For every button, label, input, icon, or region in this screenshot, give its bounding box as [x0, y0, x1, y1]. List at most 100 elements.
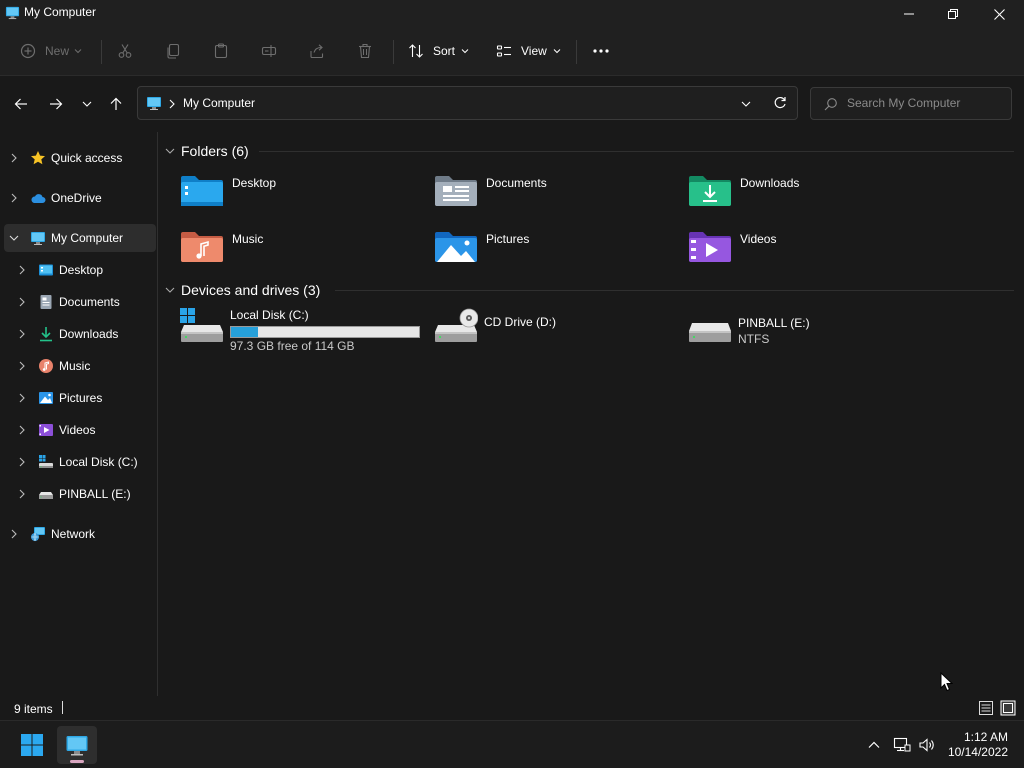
share-button[interactable] — [309, 38, 325, 64]
taskbar-app-my-computer[interactable] — [57, 726, 97, 764]
more-options-button[interactable] — [592, 38, 610, 64]
search-box[interactable] — [810, 87, 1012, 120]
sidebar-item-desktop[interactable]: Desktop — [4, 256, 156, 284]
chevron-down-icon[interactable] — [8, 232, 20, 244]
close-button[interactable] — [976, 0, 1022, 28]
paste-button[interactable] — [213, 38, 229, 64]
sidebar-item-quick-access[interactable]: Quick access — [4, 144, 156, 172]
downloads-icon — [40, 327, 52, 342]
sort-label: Sort — [433, 44, 456, 58]
chevron-down-icon — [165, 148, 175, 154]
folder-label: Music — [232, 232, 264, 246]
documents-folder-icon — [435, 176, 477, 206]
sidebar-item-pictures[interactable]: Pictures — [4, 384, 156, 412]
folder-videos[interactable]: Videos — [688, 228, 938, 278]
search-input[interactable] — [847, 96, 1007, 110]
close-icon — [993, 8, 1005, 20]
chevron-right-icon[interactable] — [16, 424, 28, 436]
large-icons-view-icon[interactable] — [1000, 700, 1016, 716]
chevron-right-icon[interactable] — [16, 360, 28, 372]
desktop-folder-icon — [181, 176, 223, 206]
folder-documents[interactable]: Documents — [434, 172, 684, 222]
separator — [101, 40, 102, 64]
sidebar-item-network[interactable]: Network — [4, 520, 156, 548]
drive-cd[interactable]: CD Drive (D:) — [434, 308, 684, 358]
view-icon — [496, 45, 511, 57]
chevron-right-icon[interactable] — [16, 488, 28, 500]
chevron-right-icon[interactable] — [16, 456, 28, 468]
drive-pinball[interactable]: PINBALL (E:) NTFS — [688, 308, 938, 358]
network-icon — [31, 527, 45, 542]
folders-group-header[interactable]: Folders (6) — [165, 141, 249, 161]
sidebar-item-my-computer[interactable]: My Computer — [4, 224, 156, 252]
delete-button[interactable] — [357, 38, 373, 64]
rename-button[interactable] — [261, 38, 277, 64]
clock-date: 10/14/2022 — [947, 745, 1008, 759]
copy-icon — [167, 43, 180, 59]
sidebar-item-label: My Computer — [51, 231, 124, 245]
breadcrumb-my-computer[interactable]: My Computer — [183, 96, 255, 110]
folder-music[interactable]: Music — [180, 228, 430, 278]
arrow-left-icon — [14, 98, 27, 110]
chevron-down-icon — [74, 49, 82, 54]
chevron-right-icon[interactable] — [16, 264, 28, 276]
address-bar[interactable]: My Computer — [137, 86, 798, 120]
documents-icon — [40, 295, 52, 309]
recent-locations-button[interactable] — [75, 92, 99, 116]
sidebar-item-local-disk[interactable]: Local Disk (C:) — [4, 448, 156, 476]
chevron-right-icon[interactable] — [8, 528, 20, 540]
minimize-button[interactable] — [886, 0, 932, 28]
chevron-right-icon[interactable] — [8, 152, 20, 164]
sidebar-item-label: Desktop — [59, 263, 104, 277]
chevron-down-icon[interactable] — [741, 99, 751, 109]
details-view-icon[interactable] — [978, 700, 994, 716]
chevron-right-icon[interactable] — [8, 192, 20, 204]
network-status-icon[interactable] — [893, 736, 911, 754]
disk-usage-bar — [230, 326, 420, 338]
view-button[interactable]: View — [496, 38, 561, 64]
windows-logo-icon — [21, 734, 43, 756]
forward-button[interactable] — [44, 92, 68, 116]
folder-downloads[interactable]: Downloads — [688, 172, 938, 222]
sidebar-item-music[interactable]: Music — [4, 352, 156, 380]
back-button[interactable] — [9, 92, 33, 116]
downloads-folder-icon — [689, 176, 731, 206]
chevron-right-icon[interactable] — [16, 328, 28, 340]
sidebar-item-videos[interactable]: Videos — [4, 416, 156, 444]
chevron-right-icon — [169, 99, 175, 109]
pictures-icon — [39, 392, 53, 404]
drive-local-disk[interactable]: Local Disk (C:) 97.3 GB free of 114 GB — [180, 308, 430, 358]
copy-button[interactable] — [165, 38, 181, 64]
computer-icon — [5, 6, 20, 20]
star-icon — [31, 151, 45, 165]
restore-button[interactable] — [930, 0, 976, 28]
folder-label: Desktop — [232, 176, 277, 190]
group-divider — [335, 290, 1014, 291]
minimize-icon — [904, 13, 914, 15]
start-button[interactable] — [12, 726, 52, 764]
sidebar-item-downloads[interactable]: Downloads — [4, 320, 156, 348]
window-title: My Computer — [24, 5, 97, 19]
cut-button[interactable] — [117, 38, 133, 64]
chevron-right-icon[interactable] — [16, 392, 28, 404]
drive-label: Local Disk (C:) — [230, 308, 309, 322]
chevron-right-icon[interactable] — [16, 296, 28, 308]
folder-desktop[interactable]: Desktop — [180, 172, 430, 222]
sidebar-item-label: Local Disk (C:) — [59, 455, 138, 469]
drives-group-header[interactable]: Devices and drives (3) — [165, 280, 320, 300]
clock[interactable]: 1:12 AM 10/14/2022 — [948, 730, 1008, 760]
desktop-icon — [39, 264, 53, 276]
up-button[interactable] — [104, 92, 128, 116]
folder-pictures[interactable]: Pictures — [434, 228, 684, 278]
plus-circle-icon — [20, 43, 36, 59]
refresh-icon[interactable] — [773, 96, 787, 110]
sidebar-item-documents[interactable]: Documents — [4, 288, 156, 316]
sidebar-item-pinball[interactable]: PINBALL (E:) — [4, 480, 156, 508]
sort-button[interactable]: Sort — [408, 38, 469, 64]
new-label: New — [45, 44, 70, 58]
chevron-up-icon[interactable] — [867, 738, 881, 752]
sidebar-item-onedrive[interactable]: OneDrive — [4, 184, 156, 212]
new-button[interactable]: New — [20, 38, 82, 64]
restore-icon — [948, 9, 958, 19]
volume-icon[interactable] — [918, 736, 936, 754]
